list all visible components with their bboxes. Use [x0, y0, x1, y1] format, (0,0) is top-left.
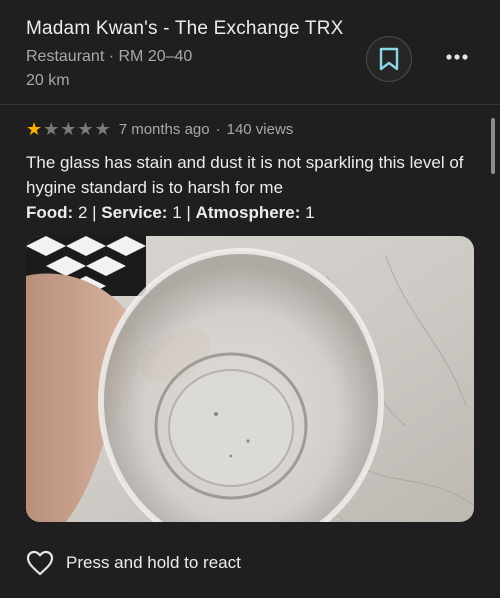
- star-filled-icon: ★: [26, 119, 43, 139]
- subrating-separator: |: [186, 203, 191, 222]
- service-value: 1: [172, 203, 182, 222]
- meta-separator: ·: [108, 48, 115, 65]
- subrating-separator: |: [92, 203, 97, 222]
- place-header: Madam Kwan's - The Exchange TRX Restaura…: [26, 18, 356, 90]
- food-label: Food:: [26, 203, 74, 222]
- review-time: 7 months ago: [118, 120, 210, 138]
- rating-row: ★ ★ ★ ★ ★ 7 months ago · 140 views: [26, 120, 476, 138]
- react-row[interactable]: Press and hold to react: [26, 550, 241, 576]
- review-photo-image: [26, 236, 474, 522]
- star-empty-icon: ★: [60, 119, 77, 139]
- review-views: 140 views: [226, 120, 294, 138]
- react-label: Press and hold to react: [66, 553, 241, 572]
- review: ★ ★ ★ ★ ★ 7 months ago · 140 views The glass…: [26, 120, 476, 225]
- more-vert-icon: [446, 54, 468, 60]
- place-meta: Restaurant · RM 20–40: [26, 48, 356, 66]
- review-photo[interactable]: [26, 236, 474, 522]
- service-label: Service:: [101, 203, 168, 222]
- place-category: Restaurant: [26, 48, 105, 65]
- subratings: Food: 2 | Service: 1 | Atmosphere: 1: [26, 200, 476, 225]
- star-rating: ★ ★ ★ ★ ★: [26, 120, 111, 138]
- scrollbar-thumb[interactable]: [491, 118, 495, 174]
- star-empty-icon: ★: [94, 119, 111, 139]
- rating-separator: ·: [215, 120, 221, 138]
- place-title[interactable]: Madam Kwan's - The Exchange TRX: [26, 18, 356, 40]
- heart-outline-icon: [26, 550, 54, 576]
- star-empty-icon: ★: [77, 119, 94, 139]
- star-empty-icon: ★: [43, 119, 60, 139]
- review-text: The glass has stain and dust it is not s…: [26, 153, 464, 197]
- place-distance: 20 km: [26, 72, 70, 89]
- food-value: 2: [77, 203, 88, 222]
- atmosphere-label: Atmosphere:: [195, 203, 301, 222]
- more-options-button[interactable]: [440, 40, 474, 74]
- header-divider: [0, 104, 500, 105]
- atmosphere-value: 1: [305, 203, 315, 222]
- save-button[interactable]: [366, 36, 412, 82]
- place-price: RM 20–40: [118, 48, 193, 65]
- bookmark-icon: [379, 47, 399, 71]
